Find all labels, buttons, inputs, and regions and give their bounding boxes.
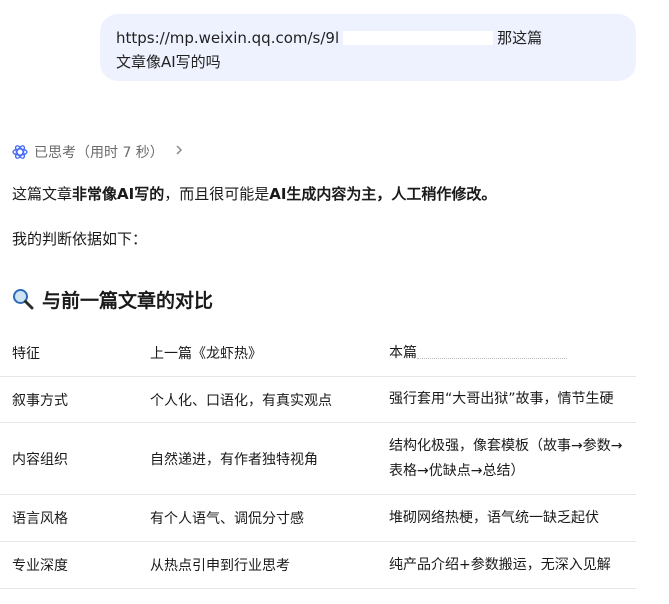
table-header-cell: 特征 <box>12 346 40 362</box>
user-message-bubble: https://mp.weixin.qq.com/s/9l 那这篇 文章像AI写的… <box>100 14 636 81</box>
table-cell: 强行套用“大哥出狱”故事，情节生硬 <box>389 391 614 407</box>
answer-lead-bold-1: 非常像AI写的 <box>72 185 165 203</box>
table-cell: 专业深度 <box>12 558 68 574</box>
table-cell: 语言风格 <box>12 511 68 527</box>
redacted-text <box>417 346 567 359</box>
thinking-label: 已思考（用时 7 秒） <box>34 145 164 161</box>
chevron-right-icon <box>174 144 190 160</box>
table-row: 专业深度 从热点引申到行业思考 纯产品介绍+参数搬运，无深入见解 <box>0 542 636 589</box>
comparison-table: 特征 上一篇《龙虾热》 本篇 叙事方式 个人化、口语化，有真实观点 强行套用“大… <box>0 330 636 589</box>
table-cell: 有个人语气、调侃分寸感 <box>150 511 304 527</box>
answer-lead-bold-2: AI生成内容为主，人工稍作修改。 <box>269 185 497 203</box>
table-cell: 自然递进，有作者独特视角 <box>150 451 318 468</box>
answer-lead-text-2: ，而且很可能是 <box>164 185 270 203</box>
thinking-toggle[interactable]: 已思考（用时 7 秒） <box>12 140 190 164</box>
table-cell: 结构化极强，像套模板（故事→参数→表格→优缺点→总结） <box>389 437 623 479</box>
atom-icon <box>12 145 28 159</box>
answer-lead-text-1: 这篇文章 <box>12 185 73 203</box>
section-heading: 与前一篇文章的对比 <box>12 284 213 314</box>
table-cell: 堆砌网络热梗，语气统一缺乏起伏 <box>389 509 599 526</box>
basis-text: 我的判断依据如下： <box>12 230 148 248</box>
table-row: 内容组织 自然递进，有作者独特视角 结构化极强，像套模板（故事→参数→表格→优缺… <box>0 423 636 495</box>
table-cell: 内容组织 <box>12 451 68 468</box>
table-cell: 个人化、口语化，有真实观点 <box>150 392 332 409</box>
redacted-text <box>343 31 494 45</box>
table-cell: 从热点引申到行业思考 <box>150 558 290 574</box>
table-cell: 纯产品介绍+参数搬运，无深入见解 <box>389 556 611 573</box>
table-cell: 叙事方式 <box>12 392 68 409</box>
table-row: 叙事方式 个人化、口语化，有真实观点 强行套用“大哥出狱”故事，情节生硬 <box>0 377 636 423</box>
table-header-row: 特征 上一篇《龙虾热》 本篇 <box>0 330 636 377</box>
table-header-cell: 本篇 <box>389 341 633 366</box>
section-title: 与前一篇文章的对比 <box>42 289 214 312</box>
magnifier-icon <box>13 289 34 310</box>
answer-lead: 这篇文章非常像AI写的，而且很可能是AI生成内容为主，人工稍作修改。 <box>12 181 496 207</box>
table-header-cell-text: 本篇 <box>389 344 417 361</box>
user-message-line2: 文章像AI写的吗 <box>116 53 221 71</box>
user-message-suffix: 那这篇 <box>497 29 543 47</box>
table-row: 语言风格 有个人语气、调侃分寸感 堆砌网络热梗，语气统一缺乏起伏 <box>0 495 636 542</box>
table-header-cell: 上一篇《龙虾热》 <box>150 346 262 362</box>
user-message-url[interactable]: https://mp.weixin.qq.com/s/9l <box>116 29 339 47</box>
